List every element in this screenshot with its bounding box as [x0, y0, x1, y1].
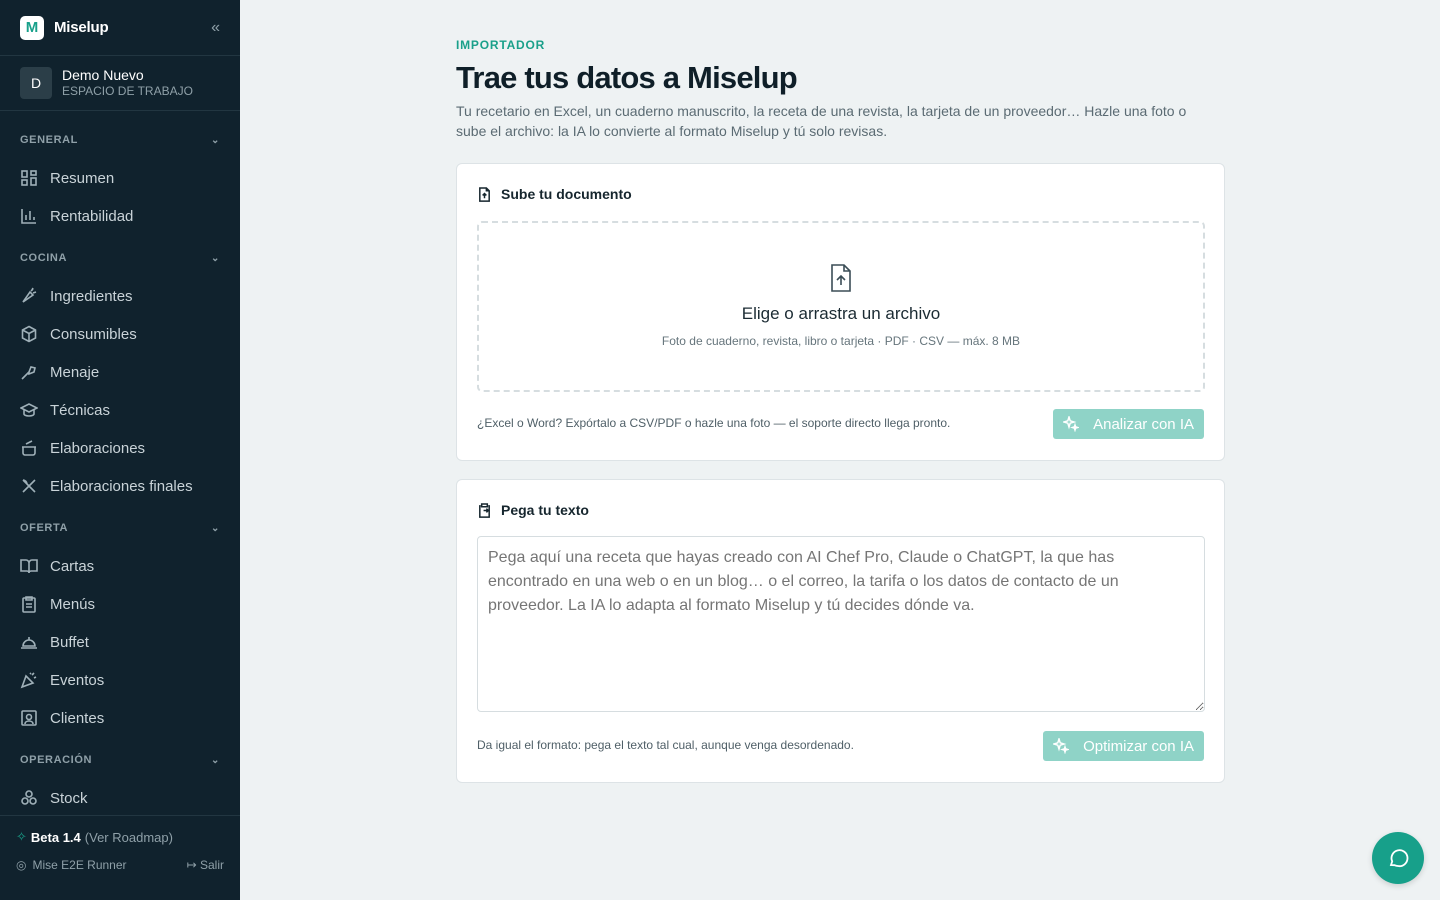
logout-icon: ↦ [186, 858, 197, 872]
workspace-avatar: D [20, 67, 52, 99]
optimize-ai-button[interactable]: Optimizar con IA [1043, 731, 1204, 761]
clipboard-paste-icon [479, 502, 490, 518]
sidebar-item-elaboraciones-finales[interactable]: Elaboraciones finales [0, 467, 240, 505]
chat-button[interactable] [1372, 832, 1424, 884]
beta-row[interactable]: ✧ Beta 1.4 (Ver Roadmap) [16, 816, 224, 858]
sidebar-item-elaboraciones[interactable]: Elaboraciones [0, 429, 240, 467]
chevron-down-icon: ⌄ [211, 754, 220, 766]
sidebar-item-clientes[interactable]: Clientes [0, 699, 240, 737]
tools-icon [21, 366, 36, 380]
logo: M [20, 15, 44, 40]
boxes-icon [21, 790, 37, 805]
sidebar-item-resumen[interactable]: Resumen [0, 159, 240, 197]
user-icon: ◎ [16, 858, 27, 872]
bar-chart-icon [21, 209, 36, 224]
page-title: Trae tus datos a Miselup [456, 60, 798, 95]
sparkle-icon: ✧ [16, 829, 27, 844]
clipboard-list-icon [22, 596, 36, 613]
section-oferta[interactable]: OFERTA ⌄ [0, 509, 240, 547]
user-name: Mise E2E Runner [32, 858, 127, 872]
sidebar-item-ingredientes[interactable]: Ingredientes [0, 277, 240, 315]
section-cocina[interactable]: COCINA ⌄ [0, 239, 240, 277]
sidebar-item-consumibles[interactable]: Consumibles [0, 315, 240, 353]
upload-note: ¿Excel o Word? Expórtalo a CSV/PDF o haz… [477, 416, 951, 430]
dropzone-hint: Foto de cuaderno, revista, libro o tarje… [661, 334, 1021, 348]
chevron-down-icon: ⌄ [211, 522, 220, 534]
utensils-crossed-icon [22, 479, 36, 493]
brand-bar: M Miselup « [0, 0, 240, 56]
section-operacion[interactable]: OPERACIÓN ⌄ [0, 741, 240, 779]
sidebar-footer: ✧ Beta 1.4 (Ver Roadmap) ◎ Mise E2E Runn… [0, 815, 240, 900]
file-upload-icon [479, 186, 490, 202]
package-icon [21, 325, 37, 343]
party-popper-icon [20, 672, 37, 689]
contact-icon [21, 710, 37, 726]
grid-icon [21, 170, 37, 186]
workspace-subtitle: ESPACIO DE TRABAJO [62, 84, 193, 98]
page-eyebrow: IMPORTADOR [456, 38, 546, 52]
sidebar: M Miselup « D Demo Nuevo ESPACIO DE TRAB… [0, 0, 240, 900]
sidebar-item-cartas[interactable]: Cartas [0, 547, 240, 585]
carrot-icon [22, 287, 37, 303]
collapse-sidebar-icon[interactable]: « [211, 19, 220, 37]
upload-card: Sube tu documento Elige o arrastra un ar… [456, 163, 1225, 461]
sidebar-item-eventos[interactable]: Eventos [0, 661, 240, 699]
beta-label: Beta 1.4 [30, 829, 81, 845]
brand-name: Miselup [54, 19, 109, 36]
chevron-down-icon: ⌄ [211, 252, 220, 264]
message-circle-icon [1389, 849, 1409, 868]
user-row: ◎ Mise E2E Runner ↦ Salir [16, 858, 224, 872]
sidebar-item-stock[interactable]: Stock [0, 779, 240, 817]
file-dropzone[interactable]: Elige o arrastra un archivo Foto de cuad… [477, 221, 1205, 392]
section-general[interactable]: GENERAL ⌄ [0, 121, 240, 159]
chevron-down-icon: ⌄ [211, 134, 220, 146]
workspace-name: Demo Nuevo [62, 67, 144, 83]
dropzone-title: Elige o arrastra un archivo [741, 304, 941, 323]
page-subtitle: Tu recetario en Excel, un cuaderno manus… [456, 103, 1187, 139]
book-open-icon [20, 559, 38, 574]
sparkles-icon [1053, 738, 1070, 754]
sidebar-item-tecnicas[interactable]: Técnicas [0, 391, 240, 429]
upload-card-header: Sube tu documento [477, 186, 632, 202]
sidebar-item-buffet[interactable]: Buffet [0, 623, 240, 661]
sparkles-icon [1063, 416, 1080, 432]
workspace-switcher[interactable]: D Demo Nuevo ESPACIO DE TRABAJO [0, 56, 240, 111]
text-card: Pega tu texto Da igual el formato: pega … [456, 479, 1225, 783]
sidebar-item-menaje[interactable]: Menaje [0, 353, 240, 391]
roadmap-link[interactable]: (Ver Roadmap) [85, 830, 173, 845]
analyze-ai-button[interactable]: Analizar con IA [1053, 409, 1204, 439]
file-upload-icon [831, 264, 851, 292]
cloche-icon [21, 637, 37, 649]
cooking-pot-icon [22, 440, 36, 456]
sidebar-item-rentabilidad[interactable]: Rentabilidad [0, 197, 240, 235]
paste-text-input[interactable] [477, 536, 1205, 712]
sidebar-item-menus[interactable]: Menús [0, 585, 240, 623]
graduation-cap-icon [20, 403, 38, 417]
text-note: Da igual el formato: pega el texto tal c… [477, 738, 854, 752]
logout-button[interactable]: ↦ Salir [187, 858, 224, 872]
text-card-header: Pega tu texto [477, 502, 589, 518]
